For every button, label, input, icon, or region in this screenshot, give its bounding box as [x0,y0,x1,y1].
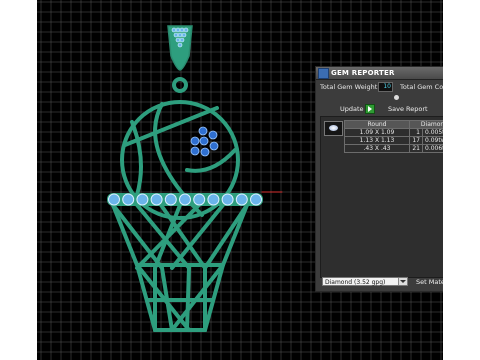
update-label: Update [340,105,364,113]
pendant-jump-ring [172,77,188,93]
rim-gem [207,193,220,206]
header-diamond: Diamond [409,120,443,129]
material-value: Diamond (3.52 gpg) [325,279,386,286]
save-report-label: Save Report [388,105,428,113]
gem-weight: 0.006tw [421,144,443,153]
gem-weight: 0.005tw [421,128,443,137]
gem-reporter-panel[interactable]: GEM REPORTER × Total Gem Weight 10 Total… [315,66,443,292]
table-row[interactable]: 1.09 X 1.09 1 0.005tw [344,128,443,137]
rim-gem [193,193,206,206]
round-gem-icon[interactable] [324,121,343,136]
pendant-bail [167,25,193,71]
rim-gem [122,193,135,206]
table-row[interactable]: 1.13 X 1.13 17 0.09tw [344,136,443,145]
rim-gem [179,193,191,206]
3d-viewport[interactable]: GEM REPORTER × Total Gem Weight 10 Total… [37,0,443,360]
gem-count: 1 [409,128,423,137]
panel-titlebar[interactable]: GEM REPORTER × [316,67,443,80]
chevron-down-icon[interactable] [398,278,407,285]
header-round: Round [344,120,410,129]
collapse-toggle[interactable] [394,95,399,100]
basketball-seam-2 [130,120,143,197]
rim-gem [250,193,262,206]
basket-net-lines [111,203,249,332]
gem-weight: 0.09tw [421,136,443,145]
rim-gem [150,193,163,206]
gem-size: 1.09 X 1.09 [344,128,410,137]
rim-gem [235,193,248,206]
gem-count: 21 [409,144,423,153]
table-row[interactable]: .43 X .43 21 0.006tw [344,144,443,153]
ball-gem-cluster [190,126,219,157]
gem-table-area: Round Diamond 1.09 X 1.09 1 0.005tw 1.13… [320,116,443,278]
panel-title: GEM REPORTER [331,69,395,77]
set-material-label: Set Material [416,278,443,286]
total-gem-count-label: Total Gem Count [400,83,443,91]
rim-gem [136,193,149,206]
rim-gem [221,193,234,206]
total-gem-weight-label: Total Gem Weight [320,83,378,91]
gem-count: 17 [409,136,423,145]
material-select[interactable]: Diamond (3.52 gpg) [322,277,408,286]
update-button[interactable] [365,104,375,114]
rim-gem [108,193,120,206]
gem-size: 1.13 X 1.13 [344,136,410,145]
rim-gem-row [107,193,263,206]
gem-size: .43 X .43 [344,144,410,153]
gem-reporter-icon [318,68,329,79]
total-gem-weight-value: 10 [378,82,393,92]
rim-gem [164,193,177,206]
gem-table: Round Diamond 1.09 X 1.09 1 0.005tw 1.13… [344,120,443,153]
